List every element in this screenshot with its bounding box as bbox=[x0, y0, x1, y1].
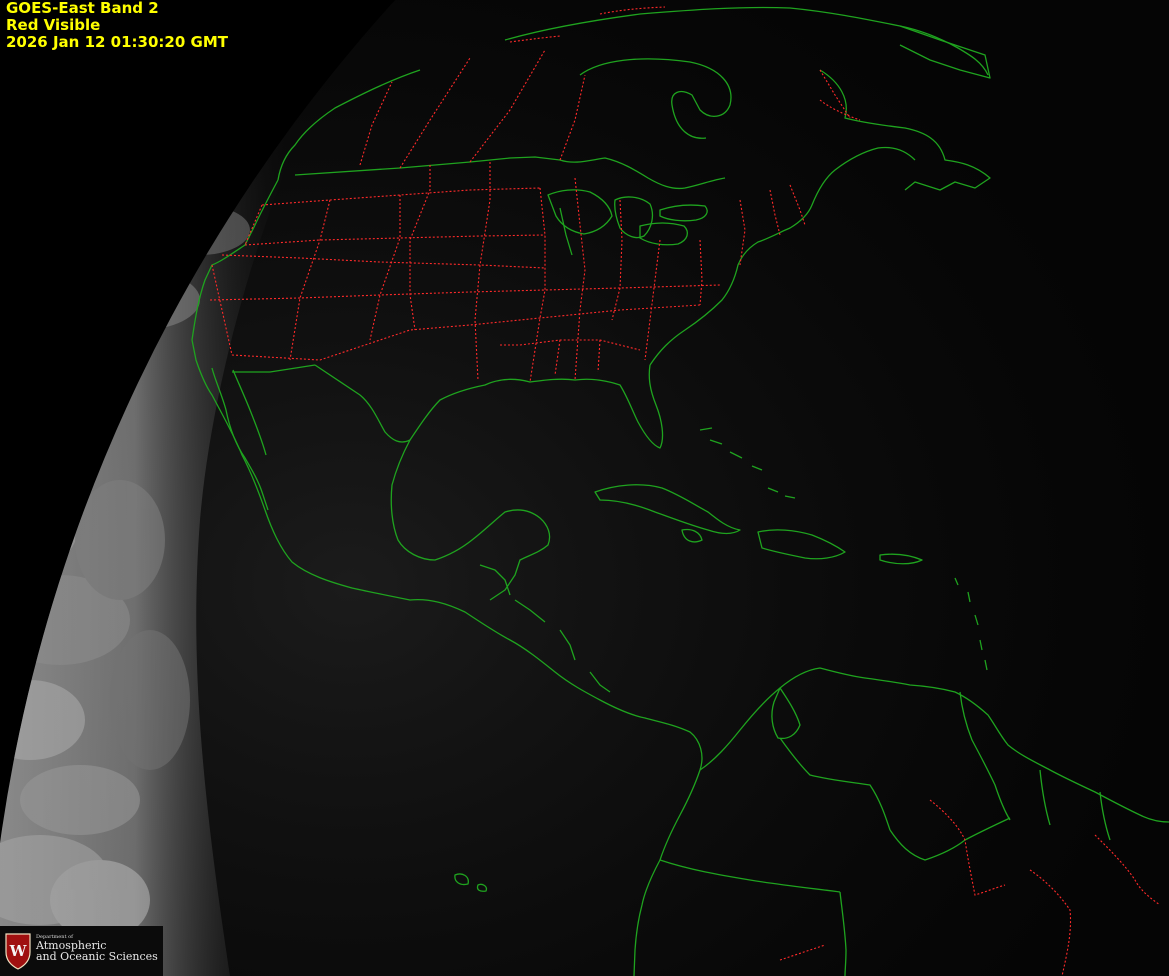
logo-oceanic-sciences: and Oceanic Sciences bbox=[36, 950, 158, 963]
uw-crest-icon: W bbox=[5, 933, 31, 970]
logo-text: Department of Atmospheric and Oceanic Sc… bbox=[36, 934, 158, 962]
crest-letter: W bbox=[9, 942, 28, 960]
satellite-image bbox=[0, 0, 1169, 976]
image-caption: GOES-East Band 2 Red Visible 2026 Jan 12… bbox=[6, 0, 228, 51]
caption-satellite-band: GOES-East Band 2 bbox=[6, 0, 159, 17]
aos-logo: W Department of Atmospheric and Oceanic … bbox=[0, 926, 163, 976]
caption-timestamp: 2026 Jan 12 01:30:20 GMT bbox=[6, 33, 228, 51]
caption-band-name: Red Visible bbox=[6, 16, 101, 34]
